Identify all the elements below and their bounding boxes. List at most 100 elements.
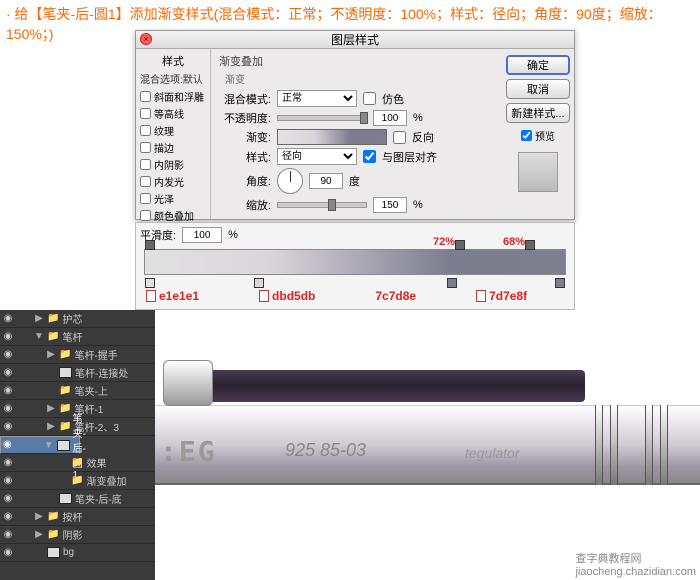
reverse-label: 反向	[412, 129, 434, 145]
gradient-bar[interactable]: 72% 68%	[144, 249, 566, 275]
smoothness-input[interactable]	[182, 227, 222, 243]
folder-icon: 📁	[59, 421, 71, 432]
folder-icon: 📁	[47, 511, 59, 522]
opt-contour[interactable]: 等高线	[140, 105, 206, 122]
layer-row[interactable]: ◉ ▼📁笔杆	[0, 328, 155, 346]
layer-name: 渐变叠加	[86, 473, 126, 488]
scale-slider[interactable]	[277, 202, 367, 208]
visibility-icon[interactable]: ◉	[2, 493, 14, 505]
folder-icon: 📁	[47, 331, 59, 342]
visibility-icon[interactable]: ◉	[2, 421, 14, 433]
layer-row[interactable]: ◉▶📁阴影	[0, 526, 155, 544]
opacity-slider[interactable]	[277, 115, 367, 121]
color-stop-4[interactable]	[555, 278, 565, 288]
visibility-icon[interactable]: ◉	[2, 367, 14, 379]
reverse-checkbox[interactable]	[393, 131, 406, 144]
fold-icon[interactable]: ▶	[34, 529, 44, 540]
blend-mode-select[interactable]: 正常	[277, 90, 357, 107]
preview-swatch	[518, 152, 558, 192]
close-icon[interactable]: ×	[140, 33, 152, 45]
blend-options-default[interactable]: 混合选项:默认	[140, 71, 206, 86]
layer-row[interactable]: ◉📁渐变叠加	[0, 472, 155, 490]
fold-icon[interactable]: ▶	[46, 349, 56, 360]
fold-icon[interactable]: ▼	[44, 440, 54, 451]
folder-icon: 📁	[59, 385, 71, 396]
deg-label: 度	[349, 173, 360, 189]
align-checkbox[interactable]	[363, 150, 376, 163]
opacity-label: 不透明度:	[219, 110, 271, 126]
fold-icon[interactable]: ▶	[46, 403, 56, 414]
color-stop-2[interactable]	[254, 278, 264, 288]
gradient-picker[interactable]	[277, 129, 387, 145]
styles-header: 样式	[140, 53, 206, 69]
layer-name: 笔夹-后-圆1	[73, 410, 86, 481]
opt-inner-glow[interactable]: 内发光	[140, 173, 206, 190]
opt-bevel[interactable]: 斜面和浮雕	[140, 88, 206, 105]
folder-icon: 📁	[71, 457, 83, 468]
visibility-icon[interactable]: ◉	[2, 403, 14, 415]
styles-list: 样式 混合选项:默认 斜面和浮雕 等高线 纹理 描边 内阴影 内发光 光泽 颜色…	[136, 49, 211, 219]
fold-icon[interactable]: ▶	[34, 511, 44, 522]
visibility-icon[interactable]: ◉	[2, 529, 14, 541]
ok-button[interactable]: 确定	[506, 55, 570, 75]
layer-row[interactable]: ◉bg	[0, 544, 155, 562]
hex-4: 7d7e8f	[489, 289, 527, 303]
layer-row[interactable]: ◉▶📁护芯	[0, 310, 155, 328]
dither-checkbox[interactable]	[363, 92, 376, 105]
visibility-icon[interactable]: ◉	[2, 349, 14, 361]
opacity-stop[interactable]	[525, 240, 535, 250]
fold-icon[interactable]: ▼	[34, 331, 44, 342]
opacity-stop[interactable]	[455, 240, 465, 250]
visibility-icon[interactable]: ◉	[2, 511, 14, 523]
color-stop-3[interactable]	[447, 278, 457, 288]
layer-row[interactable]: ◉笔夹-后-底	[0, 490, 155, 508]
layer-row[interactable]: ◉▼笔夹-后-圆1	[0, 436, 80, 454]
visibility-icon[interactable]: ◉	[2, 457, 14, 469]
opt-inner-shadow[interactable]: 内阴影	[140, 156, 206, 173]
layer-row[interactable]: ◉ ▶📁按杆	[0, 508, 155, 526]
pct-label-2: %	[413, 199, 423, 211]
tegulator-text: tegulator	[465, 445, 519, 461]
layer-name: 笔杆	[62, 329, 82, 344]
pen-ring	[595, 405, 603, 485]
layer-name: 护芯	[62, 311, 82, 326]
visibility-icon[interactable]: ◉	[2, 385, 14, 397]
opacity-input[interactable]	[373, 110, 407, 126]
fold-icon[interactable]: ▶	[34, 313, 44, 324]
opacity-68: 68%	[503, 236, 525, 248]
opt-satin[interactable]: 光泽	[140, 190, 206, 207]
new-style-button[interactable]: 新建样式...	[506, 103, 570, 123]
hex-3: 7c7d8e	[375, 289, 416, 303]
color-stop-1[interactable]	[145, 278, 155, 288]
layer-thumb	[59, 367, 72, 378]
fold-icon[interactable]: ▶	[46, 421, 56, 432]
pen-body	[155, 405, 700, 485]
cancel-button[interactable]: 取消	[506, 79, 570, 99]
gradient-label: 渐变:	[219, 129, 271, 145]
style-select[interactable]: 径向	[277, 148, 357, 165]
opacity-stop[interactable]	[145, 240, 155, 250]
layer-name: 效果	[86, 455, 106, 470]
visibility-icon[interactable]: ◉	[2, 331, 14, 343]
visibility-icon[interactable]: ◉	[2, 313, 14, 325]
blend-mode-label: 混合模式:	[219, 91, 271, 107]
visibility-icon[interactable]: ◉	[2, 547, 14, 559]
layer-row[interactable]: ◉📁笔夹-上	[0, 382, 155, 400]
scale-input[interactable]	[373, 197, 407, 213]
angle-dial[interactable]	[277, 168, 303, 194]
layer-name: 按杆	[62, 509, 82, 524]
hex-2: dbd5db	[272, 289, 315, 303]
dialog-title-text: 图层样式	[331, 33, 379, 47]
layer-row[interactable]: ◉▶📁笔杆-握手	[0, 346, 155, 364]
watermark: 查字典教程网jiaocheng.chazidian.com	[576, 550, 696, 578]
layer-row[interactable]: ◉笔杆-连接处	[0, 364, 155, 382]
preview-toggle[interactable]: 预览	[521, 127, 555, 144]
swatch-icon	[259, 290, 269, 302]
folder-icon: 📁	[59, 403, 71, 414]
scale-label: 缩放:	[219, 197, 271, 213]
opt-stroke[interactable]: 描边	[140, 139, 206, 156]
visibility-icon[interactable]: ◉	[3, 439, 12, 451]
angle-input[interactable]	[309, 173, 343, 189]
opt-texture[interactable]: 纹理	[140, 122, 206, 139]
visibility-icon[interactable]: ◉	[2, 475, 14, 487]
